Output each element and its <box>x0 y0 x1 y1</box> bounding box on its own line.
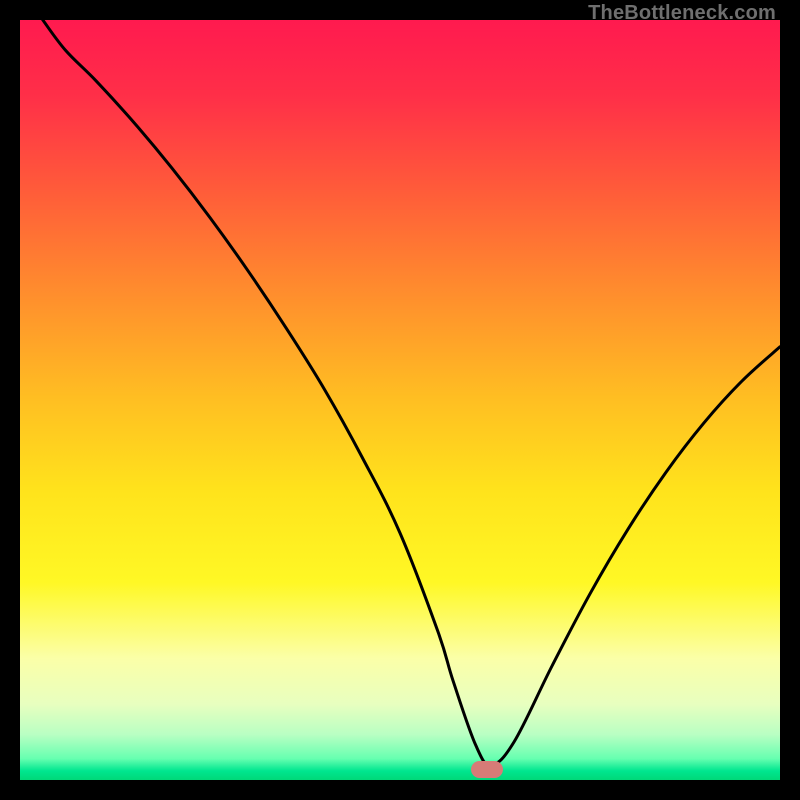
chart-frame: TheBottleneck.com <box>0 0 800 800</box>
bottleneck-curve <box>20 20 780 780</box>
optimal-point-marker <box>471 761 503 778</box>
plot-area <box>20 20 780 780</box>
